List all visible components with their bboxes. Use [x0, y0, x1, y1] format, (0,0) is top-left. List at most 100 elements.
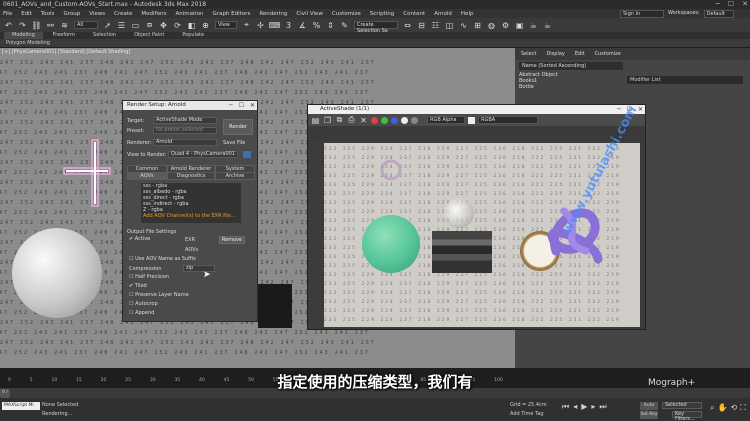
copy-image-icon[interactable]: ❐ [323, 116, 332, 125]
tab-object-paint[interactable]: Object Paint [126, 32, 172, 39]
menu-item-tools[interactable]: Tools [41, 11, 55, 17]
pan-icon[interactable]: ✋ [717, 403, 727, 413]
percent-snap-icon[interactable]: % [312, 21, 321, 30]
mirror-icon[interactable]: ⇔ [403, 21, 412, 30]
menu-item-graph-editors[interactable]: Graph Editors [213, 11, 251, 17]
menu-item-edit[interactable]: Edit [21, 11, 32, 17]
append-checkbox[interactable]: ☐ Append [129, 310, 154, 317]
workspaces-dropdown[interactable]: Default [703, 10, 734, 18]
go-to-start-icon[interactable]: ⏮ [562, 402, 569, 412]
transform-gizmo[interactable] [62, 138, 112, 208]
print-icon[interactable]: ⎙ [347, 115, 356, 125]
named-selection-dropdown[interactable]: Create Selection Se [354, 21, 398, 34]
viewport-label[interactable]: [+] [PhysCamera001] [Standard] [Default … [2, 49, 130, 55]
minimize-icon[interactable]: ─ [229, 101, 233, 110]
use-aov-name-checkbox[interactable]: ☐ Use AOV Name as Suffix [129, 256, 196, 263]
display-dropdown[interactable]: RGBA [478, 116, 538, 124]
explorer-tab-edit[interactable]: Edit [575, 51, 585, 57]
go-to-end-icon[interactable]: ⏭ [599, 402, 606, 412]
spinner-snap-icon[interactable]: ⇕ [326, 21, 335, 30]
bind-space-warp-icon[interactable]: ≋ [60, 21, 69, 30]
scene-explorer-header[interactable]: Name (Sorted Ascending) [519, 62, 623, 70]
align-icon[interactable]: ⊟ [417, 21, 426, 30]
tab-populate[interactable]: Populate [174, 32, 212, 39]
rotate-icon[interactable]: ⟳ [173, 21, 182, 30]
menu-item-file[interactable]: File [3, 11, 12, 17]
red-channel-icon[interactable] [371, 116, 378, 124]
next-frame-icon[interactable]: ▸ [591, 402, 595, 412]
save-file-checkbox[interactable]: Save File [223, 140, 245, 146]
tab-modeling[interactable]: Modeling [4, 32, 43, 39]
menu-item-arnold[interactable]: Arnold [434, 11, 452, 17]
menu-item-create[interactable]: Create [114, 11, 132, 17]
redo-icon[interactable]: ↷ [18, 21, 27, 30]
render-button[interactable]: Render [223, 119, 253, 135]
maximize-viewport-icon[interactable]: ⛶ [740, 403, 746, 413]
key-mode-dropdown[interactable]: Selected [662, 402, 702, 409]
remove-button[interactable]: Remove [219, 236, 245, 244]
aov-list[interactable]: sss - rgba sss_albedo - rgba sss_direct - … [141, 183, 241, 223]
render-setup-icon[interactable]: ⚙ [501, 21, 510, 30]
zoom-icon[interactable]: ⌕ [710, 403, 714, 413]
tab-aovs[interactable]: AOVs [127, 172, 167, 180]
tiled-checkbox[interactable]: ✔ Tiled [129, 283, 147, 290]
menu-item-animation[interactable]: Animation [176, 11, 204, 17]
select-manipulate-icon[interactable]: ✢ [256, 21, 265, 30]
curve-editor-icon[interactable]: ∿ [459, 21, 468, 30]
aov-item[interactable]: Add AOV Channel(s) to the EXR file... [143, 213, 241, 219]
active-checkbox[interactable]: ✔ Active [129, 236, 150, 243]
menu-item-help[interactable]: Help [461, 11, 474, 17]
undo-icon[interactable]: ↶ [4, 21, 13, 30]
green-channel-icon[interactable] [381, 116, 388, 124]
menu-item-views[interactable]: Views [89, 11, 105, 17]
background-swatch[interactable] [468, 116, 475, 124]
auto-key-button[interactable]: Auto Key [640, 402, 658, 416]
rectangular-selection-icon[interactable]: ▭ [131, 21, 140, 30]
maximize-icon[interactable]: ☐ [239, 101, 244, 110]
close-icon[interactable]: ✕ [742, 0, 748, 9]
keyboard-shortcut-icon[interactable]: ⌨ [269, 21, 281, 30]
add-time-tag[interactable]: Add Time Tag [510, 411, 544, 417]
blue-channel-icon[interactable] [391, 116, 398, 124]
autocrop-checkbox[interactable]: ☐ Autocrop [129, 301, 158, 308]
minimize-icon[interactable]: ─ [716, 0, 720, 9]
select-by-name-icon[interactable]: ☰ [117, 21, 126, 30]
renderer-dropdown[interactable]: Arnold [153, 139, 217, 146]
sign-in-dropdown[interactable]: Sign In [620, 10, 664, 18]
scene-explorer-icon[interactable]: ☷ [431, 21, 440, 30]
selection-filter-dropdown[interactable]: All [74, 21, 98, 29]
pivot-icon[interactable]: ⌖ [242, 20, 251, 30]
schematic-view-icon[interactable]: ⊞ [473, 21, 482, 30]
tab-selection[interactable]: Selection [85, 32, 124, 39]
snap-toggle-icon[interactable]: 3 [284, 21, 293, 30]
render-production-icon[interactable]: ☕ [529, 21, 538, 30]
explorer-tab-select[interactable]: Select [521, 51, 536, 57]
menu-item-scripting[interactable]: Scripting [370, 11, 394, 17]
move-icon[interactable]: ✥ [159, 21, 168, 30]
unlink-icon[interactable]: ⚯ [46, 21, 55, 30]
place-icon[interactable]: ⊕ [201, 21, 210, 30]
material-editor-icon[interactable]: ◍ [487, 21, 496, 30]
explorer-tab-customize[interactable]: Customize [595, 51, 621, 57]
view-dropdown[interactable]: Quad 4 - PhysCamera001 [168, 151, 238, 158]
layer-explorer-icon[interactable]: ◫ [445, 21, 454, 30]
save-image-icon[interactable]: ▤ [311, 116, 320, 125]
preset-dropdown[interactable]: No preset selected [153, 127, 217, 134]
previous-frame-icon[interactable]: ◂ [573, 402, 577, 412]
select-object-icon[interactable]: ➚ [103, 21, 112, 30]
orbit-icon[interactable]: ⟲ [730, 403, 737, 413]
angle-snap-icon[interactable]: ∡ [298, 21, 307, 30]
white-sphere-object[interactable] [12, 228, 102, 318]
tab-archive[interactable]: Archive [215, 172, 255, 180]
channel-dropdown[interactable]: RGB Alpha [427, 116, 465, 124]
menu-item-rendering[interactable]: Rendering [259, 11, 287, 17]
books-object[interactable] [258, 284, 292, 328]
half-precision-checkbox[interactable]: ☐ Half Precision [129, 274, 169, 281]
tab-freeform[interactable]: Freeform [45, 32, 83, 39]
scale-icon[interactable]: ◧ [187, 21, 196, 30]
reference-coordinate-dropdown[interactable]: View [215, 21, 237, 29]
menu-item-content[interactable]: Content [403, 11, 425, 17]
maxscript-listener[interactable]: MAXScript Mi [2, 402, 40, 410]
key-filters-button[interactable]: Key Filters... [672, 411, 702, 421]
set-key-button[interactable]: Set Key [640, 411, 658, 419]
